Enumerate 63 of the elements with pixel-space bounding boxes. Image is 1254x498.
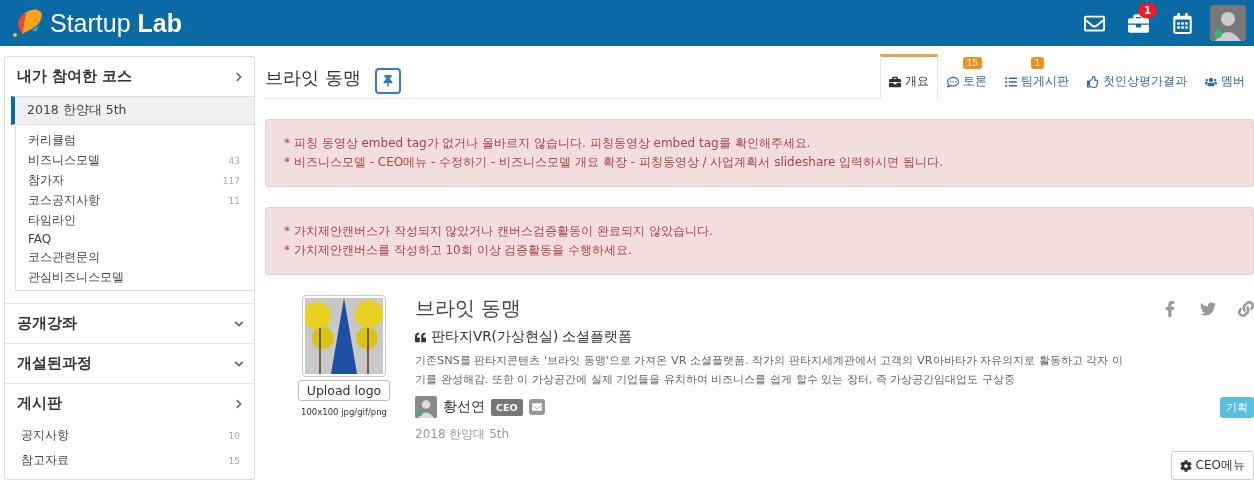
briefcase-icon (889, 75, 901, 88)
tab[interactable]: 개요 (880, 54, 938, 99)
section-title[interactable]: 개설된과정 (17, 354, 92, 373)
menu-item[interactable]: 코스공지사항 (28, 192, 100, 209)
menu-item[interactable]: 관심비즈니스모델 (28, 269, 124, 286)
people-icon (1205, 75, 1217, 88)
item-count: 43 (228, 155, 240, 166)
gear-icon (1179, 459, 1192, 472)
chevron-right-icon[interactable] (234, 398, 244, 409)
mail-button[interactable] (528, 399, 545, 415)
menu-item[interactable]: 코스관련문의 (28, 249, 100, 266)
menu-item[interactable]: 참고자료 (21, 452, 69, 469)
section-title[interactable]: 내가 참여한 코스 (17, 67, 133, 86)
menu-item[interactable]: 공지사항 (21, 427, 69, 444)
count-badge: 1 (1030, 57, 1045, 69)
link-icon[interactable] (1238, 300, 1254, 317)
section-title[interactable]: 공개강좌 (17, 314, 77, 333)
item-count: 15 (228, 455, 240, 466)
item-count: 11 (228, 195, 240, 206)
alert-text: * 가치제안캔버스가 작성되지 않았거나 캔버스검증활동이 완료되지 않았습니다. (284, 223, 714, 240)
course-item[interactable]: 2018 한양대 5th (11, 96, 254, 125)
calendar-icon[interactable] (1171, 12, 1193, 34)
pin-button[interactable] (374, 68, 401, 94)
menu-item[interactable]: 참가자 (28, 172, 64, 189)
item-count: 117 (222, 175, 240, 186)
course-text: 2018 한양대 5th (415, 426, 511, 443)
user-avatar[interactable] (1210, 5, 1246, 41)
mail-icon (531, 402, 542, 412)
upload-logo-button[interactable]: Upload logo (297, 380, 391, 401)
list-icon (1005, 75, 1017, 88)
twitter-icon[interactable] (1200, 300, 1216, 317)
page-title: 브라잇 동맹 (265, 66, 361, 90)
briefcase-icon[interactable] (1127, 12, 1149, 34)
speech-bubble-icon (947, 75, 959, 88)
description-text: 기를 완성해감. 또한 이 가상공간에 실제 기업들을 유치하여 비즈니스를 쉽게 할수 있는 장터, 즉 가상공간임대업도 구상중 (415, 372, 1017, 388)
count-badge: 15 (962, 57, 982, 69)
menu-item[interactable]: 커리큘럼 (28, 132, 76, 149)
role-label: CEO (491, 398, 523, 416)
menu-item[interactable]: FAQ (28, 232, 52, 246)
chevron-down-icon[interactable] (234, 318, 244, 329)
author-avatar (415, 396, 437, 418)
chevron-right-icon[interactable] (234, 71, 244, 82)
notification-badge: 1 (1138, 2, 1157, 18)
menu-item[interactable]: 비즈니스모델 (28, 152, 100, 169)
quote-icon (415, 331, 426, 343)
description-text: 기존SNS를 판타지콘텐츠 '브라잇 동맹'으로 가져온 VR 소셜플랫폼. 작가의 판타지세계관에서 고객의 VR아바타가 자유의지로 활동하고 각자 이 (415, 353, 1125, 369)
pin-icon (381, 75, 394, 87)
alert-text: * 가치제안캔버스를 작성하고 10회 이상 검증활동을 수행하세요. (284, 242, 633, 259)
tab[interactable]: 팀게시판 1 (996, 54, 1078, 99)
item-count: 10 (228, 430, 240, 441)
logo-text[interactable]: Startup Lab (50, 8, 182, 38)
author-name[interactable]: 황선연 (443, 398, 485, 416)
thumbs-up-icon (1087, 75, 1099, 88)
project-name: 브라잇 동맹 (415, 295, 522, 322)
chevron-down-icon[interactable] (234, 358, 244, 369)
upload-hint: 100x100 jpg/gif/png (301, 407, 387, 417)
ceo-menu-button[interactable]: CEO메뉴 (1170, 451, 1254, 480)
project-tagline: 판타지VR(가상현실) 소셜플랫폼 (431, 328, 633, 346)
alert-text: * 피칭 동영상 embed tag가 없거나 올바르지 않습니다. 피칭동영상 embed tag를 확인해주세요. (284, 135, 812, 152)
alert-text: * 비즈니스모델 - CEO메뉴 - 수정하기 - 비즈니스모델 개요 확장 - 피칭동영상 / 사업계획서 slideshare 입력하시면 됩니다. (284, 154, 944, 171)
tab[interactable]: 토론 15 (938, 54, 996, 99)
section-title[interactable]: 게시판 (17, 394, 62, 413)
menu-item[interactable]: 타임라인 (28, 212, 76, 229)
